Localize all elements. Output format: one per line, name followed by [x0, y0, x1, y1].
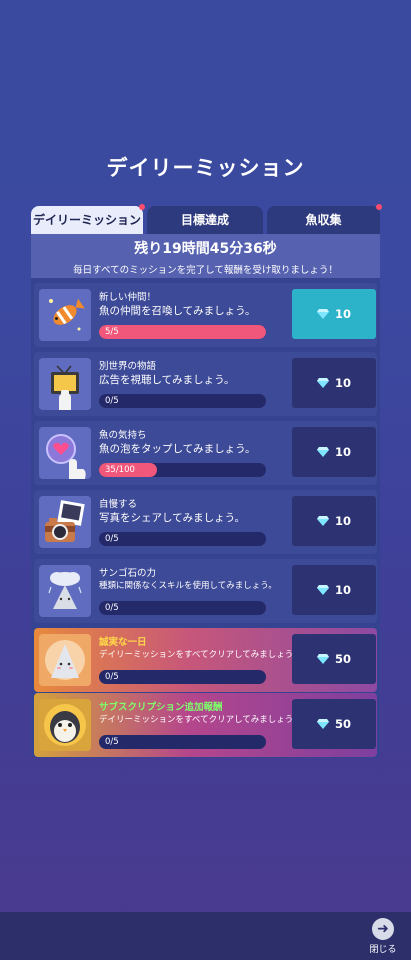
progress-text: 0/5: [105, 396, 119, 406]
progress-text: 35/100: [105, 465, 135, 475]
tab-label: デイリーミッション: [32, 213, 141, 227]
notification-dot: [139, 204, 145, 210]
timer-banner: 残り19時間45分36秒 毎日すべてのミッションを完了して報酬を受け取りましょう…: [31, 234, 380, 278]
mission-name: サブスクリプション追加報酬: [99, 702, 223, 713]
mission-name: 魚の気持ち: [99, 430, 147, 441]
reward-amount: 10: [334, 307, 351, 321]
progress-bar: 0/5: [99, 670, 266, 684]
notification-dot: [376, 204, 382, 210]
mission-panel: 残り19時間45分36秒 毎日すべてのミッションを完了して報酬を受け取りましょう…: [31, 234, 380, 758]
progress-fill: [99, 325, 266, 339]
reward-amount: 10: [334, 445, 351, 459]
gem-icon: [316, 718, 329, 729]
gem-icon: [316, 377, 329, 388]
reward-amount: 10: [334, 583, 351, 597]
mission-description: 種類に関係なくスキルを使用してみましょう。: [99, 581, 277, 591]
mission-name: 別世界の物語: [99, 361, 157, 372]
mission-name: サンゴ石の力: [99, 568, 157, 579]
gem-icon: [316, 515, 329, 526]
tab-label: 魚収集: [305, 213, 342, 227]
mission-description: 魚の泡をタップしてみましょう。: [99, 443, 256, 455]
close-label: 閉じる: [369, 945, 397, 955]
reward-button[interactable]: 50: [292, 634, 376, 684]
progress-bar: 5/5: [99, 325, 266, 339]
tab-label: 目標達成: [180, 213, 229, 227]
reward-button[interactable]: 10: [292, 496, 376, 546]
progress-bar: 0/5: [99, 394, 266, 408]
tab-fish-collection[interactable]: 魚収集: [267, 204, 382, 234]
mission-description: 魚の仲間を召喚してみましょう。: [99, 305, 256, 317]
reward-button[interactable]: 10: [292, 427, 376, 477]
mission-name: 誠実な一日: [99, 637, 147, 648]
mission-description: デイリーミッションをすべてクリアしてみましょう。: [99, 715, 302, 725]
progress-text: 0/5: [105, 737, 119, 747]
gem-icon: [316, 308, 329, 319]
reward-amount: 50: [334, 717, 351, 731]
mission-description: デイリーミッションをすべてクリアしてみましょう。: [99, 650, 302, 660]
coral-stone-icon: [39, 565, 91, 617]
close-button[interactable]: ➜ 閉じる: [365, 918, 401, 955]
bubble-tap-icon: [39, 427, 91, 479]
reward-amount: 50: [334, 652, 351, 666]
mission-row: 自慢する 写真をシェアしてみましょう。 0/5 10: [34, 490, 377, 554]
daily-complete-icon: [39, 634, 91, 686]
mission-row: 新しい仲間！ 魚の仲間を召喚してみましょう。 5/5 10: [34, 283, 377, 347]
reward-button[interactable]: 10: [292, 565, 376, 615]
mission-row: 誠実な一日 デイリーミッションをすべてクリアしてみましょう。 0/5 50: [34, 628, 377, 692]
mission-row: サンゴ石の力 種類に関係なくスキルを使用してみましょう。 0/5 10: [34, 559, 377, 623]
mission-row: サブスクリプション追加報酬 デイリーミッションをすべてクリアしてみましょう。 0…: [34, 693, 377, 757]
progress-text: 0/5: [105, 534, 119, 544]
gem-icon: [316, 653, 329, 664]
bottom-bar: [0, 912, 411, 960]
mission-name: 自慢する: [99, 499, 138, 510]
tab-daily-mission[interactable]: デイリーミッション: [31, 204, 145, 234]
mission-description: 広告を視聴してみましょう。: [99, 374, 235, 386]
subscription-penguin-icon: [39, 699, 91, 751]
tab-bar: デイリーミッション 目標達成 魚収集: [31, 204, 382, 234]
mission-name: 新しい仲間！: [99, 292, 157, 303]
fish-summon-icon: [39, 289, 91, 341]
mission-description: 写真をシェアしてみましょう。: [99, 512, 246, 524]
camera-share-icon: [39, 496, 91, 548]
progress-text: 0/5: [105, 672, 119, 682]
tv-ad-icon: [39, 358, 91, 410]
remaining-time: 残り19時間45分36秒: [134, 241, 277, 257]
instruction-text: 毎日すべてのミッションを完了して報酬を受け取りましょう！: [73, 265, 338, 276]
tab-goal-achievement[interactable]: 目標達成: [147, 206, 263, 234]
progress-bar: 0/5: [99, 735, 266, 749]
gem-icon: [316, 446, 329, 457]
reward-button[interactable]: 10: [292, 358, 376, 408]
arrow-right-icon: ➜: [372, 918, 394, 940]
progress-bar: 35/100: [99, 463, 266, 477]
progress-bar: 0/5: [99, 601, 266, 615]
mission-row: 別世界の物語 広告を視聴してみましょう。 0/5 10: [34, 352, 377, 416]
reward-button[interactable]: 50: [292, 699, 376, 749]
reward-amount: 10: [334, 514, 351, 528]
claim-reward-button[interactable]: 10: [292, 289, 376, 339]
progress-text: 5/5: [105, 327, 119, 337]
mission-row: 魚の気持ち 魚の泡をタップしてみましょう。 35/100 10: [34, 421, 377, 485]
reward-amount: 10: [334, 376, 351, 390]
progress-bar: 0/5: [99, 532, 266, 546]
page-title: デイリーミッション: [106, 156, 305, 180]
progress-text: 0/5: [105, 603, 119, 613]
gem-icon: [316, 584, 329, 595]
